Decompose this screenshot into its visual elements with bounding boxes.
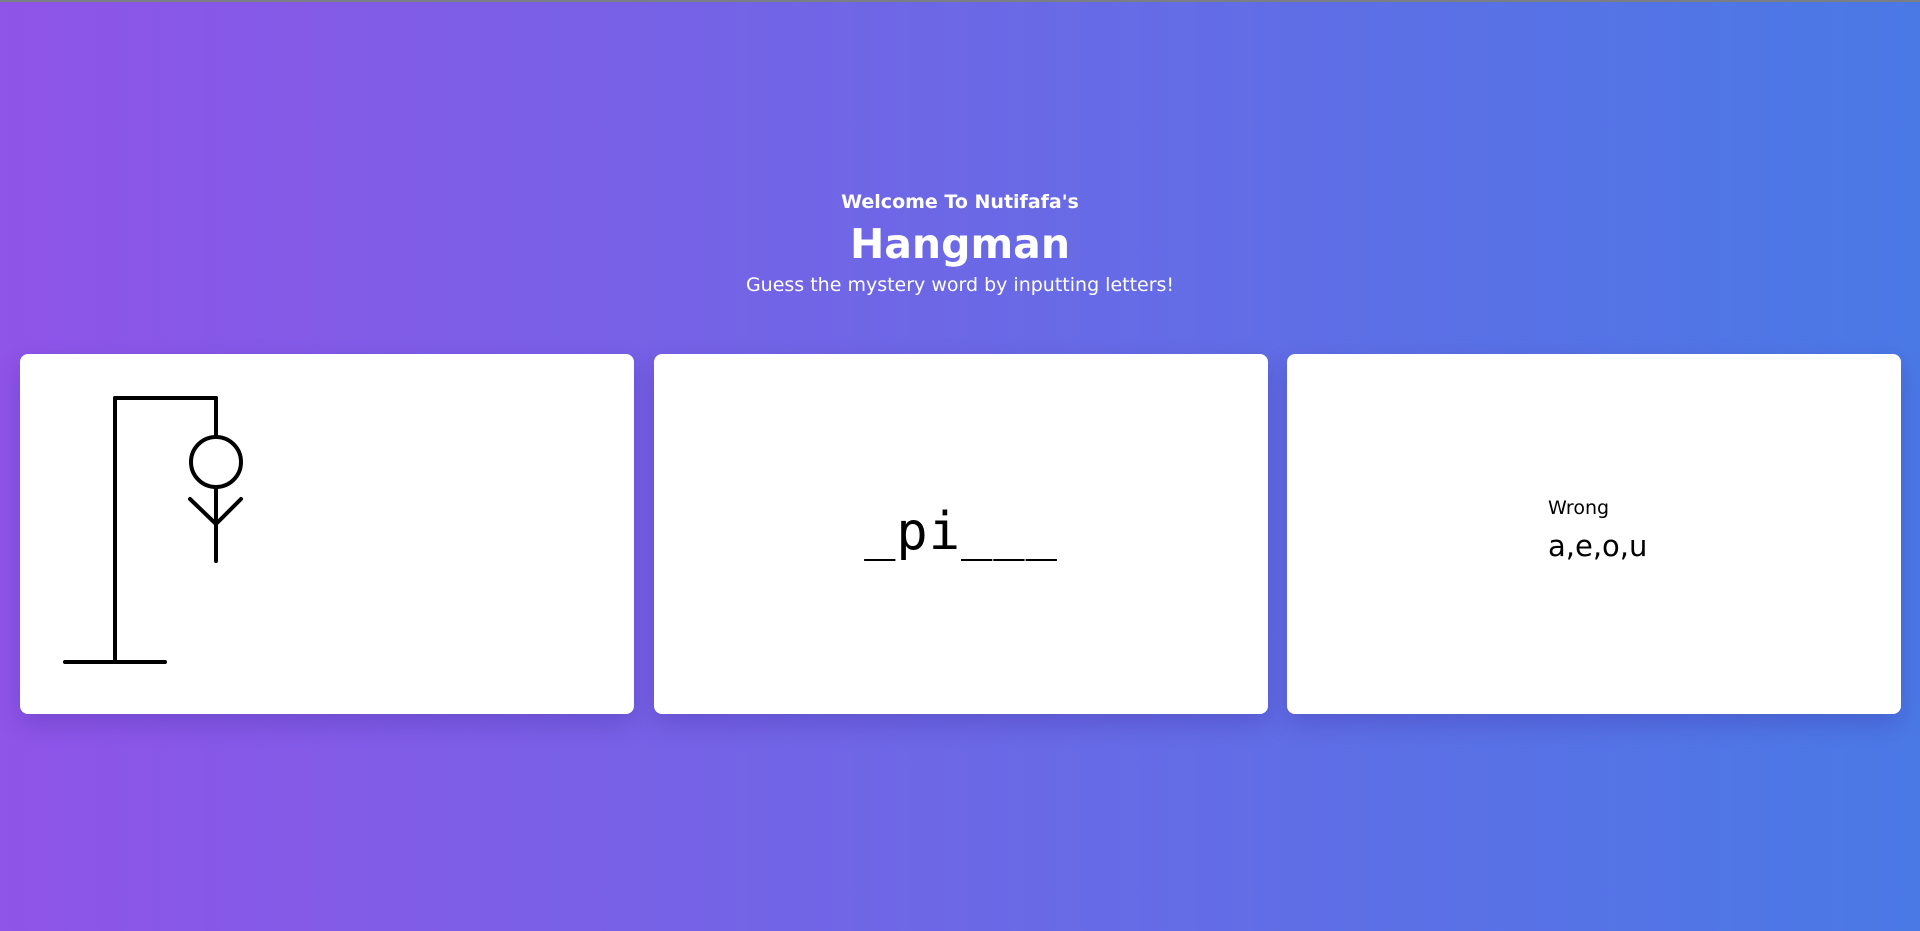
page-subtitle: Guess the mystery word by inputting lett…: [745, 274, 1175, 296]
figure-left-arm: [188, 497, 218, 526]
wrong-letters-block: Wrong a,e,o,u: [1548, 496, 1647, 564]
page-title: Hangman: [849, 220, 1071, 268]
page-header: Welcome To Nutifafa's Hangman Guess the …: [0, 190, 1920, 298]
welcome-text: Welcome To Nutifafa's: [841, 191, 1079, 213]
figure-right-arm: [214, 497, 243, 526]
hangman-figure-card: [20, 354, 634, 714]
word-card: _pi___: [654, 354, 1268, 714]
wrong-label: Wrong: [1548, 497, 1610, 519]
hangman-figure: [63, 396, 243, 664]
wrong-letters-card: Wrong a,e,o,u: [1287, 354, 1901, 714]
figure-head: [189, 435, 243, 489]
wrong-letters: a,e,o,u: [1548, 529, 1648, 563]
word-display: _pi___: [864, 502, 1058, 562]
